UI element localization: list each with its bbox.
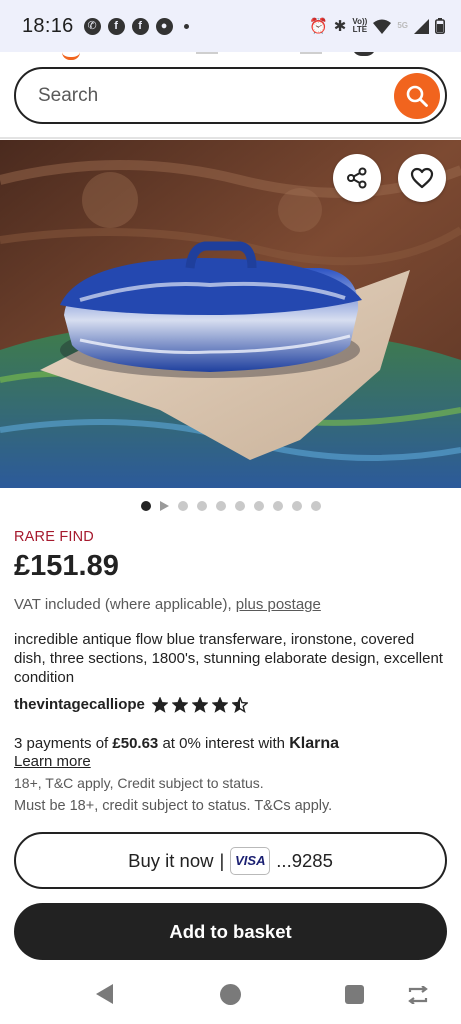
card-last-digits: ...9285	[276, 849, 333, 871]
listing-photo	[0, 140, 461, 488]
home-icon[interactable]	[220, 984, 241, 1005]
klarna-disclaimer: 18+, T&C apply, Credit subject to status…	[14, 775, 264, 791]
network-type: 5G	[397, 21, 408, 30]
divider	[0, 137, 461, 139]
search-icon	[406, 85, 428, 107]
carousel-dot	[234, 501, 245, 511]
add-to-basket-button[interactable]: Add to basket	[14, 903, 447, 960]
star-full-icon	[211, 696, 228, 713]
star-full-icon	[191, 696, 208, 713]
favorite-button[interactable]	[398, 154, 446, 202]
listing-image-carousel[interactable]	[0, 140, 461, 488]
klarna-logo: Klarna	[289, 735, 339, 752]
share-button[interactable]	[333, 154, 381, 202]
battery-icon	[435, 18, 445, 34]
shop-name[interactable]: thevintagecalliope	[14, 696, 145, 713]
share-icon	[347, 167, 367, 189]
carousel-indicator	[0, 498, 461, 514]
carousel-dot	[291, 501, 302, 511]
status-time: 18:16	[22, 14, 74, 37]
whatsapp-icon: ✆	[83, 17, 101, 35]
carousel-dot	[272, 501, 283, 511]
buy-it-now-button[interactable]: Buy it now | VISA ...9285	[14, 832, 447, 889]
facebook-icon: f	[107, 17, 125, 35]
notification-icons: ✆ f f ●	[83, 17, 189, 35]
volte-icon: Vo)) LTE	[352, 17, 368, 34]
carousel-dot	[196, 501, 207, 511]
header-fragment	[0, 52, 461, 62]
buy-it-now-label: Buy it now	[128, 849, 214, 871]
status-bar: 18:16 ✆ f f ● ⏰ ✱ Vo)) LTE 5G	[0, 0, 461, 52]
learn-more-link[interactable]: Learn more	[14, 753, 91, 770]
back-icon[interactable]	[96, 984, 113, 1004]
rare-find-badge: RARE FIND	[14, 529, 94, 545]
wifi-icon	[373, 19, 392, 34]
facebook-icon: f	[131, 17, 149, 35]
star-full-icon	[171, 696, 188, 713]
klarna-offer: 3 payments of £50.63 at 0% interest with…	[14, 735, 339, 752]
star-full-icon	[151, 696, 168, 713]
navigation-bar	[0, 968, 461, 1024]
heart-icon	[410, 167, 434, 189]
signal-icon	[414, 18, 429, 34]
postage-link[interactable]: plus postage	[236, 596, 321, 613]
search-button[interactable]	[394, 73, 440, 119]
credit-disclaimer: Must be 18+, credit subject to status. T…	[14, 798, 333, 814]
installment-amount: £50.63	[112, 735, 159, 752]
price: £151.89	[14, 550, 119, 582]
carousel-dot	[140, 501, 151, 511]
star-rating	[151, 696, 248, 713]
search-bar	[14, 67, 447, 124]
system-icons: ⏰ ✱ Vo)) LTE 5G	[309, 17, 445, 35]
vat-info: VAT included (where applicable), plus po…	[14, 596, 321, 613]
star-half-icon	[231, 696, 248, 713]
recents-icon[interactable]	[345, 985, 364, 1004]
carousel-dot	[310, 501, 321, 511]
listing-title: incredible antique flow blue transferwar…	[14, 631, 443, 686]
search-input[interactable]	[38, 84, 378, 107]
rotate-icon[interactable]	[407, 986, 429, 1004]
carousel-dot	[215, 501, 226, 511]
visa-card-icon: VISA	[230, 846, 271, 875]
more-notifications-icon	[183, 23, 189, 29]
vat-text: VAT included (where applicable),	[14, 596, 236, 613]
etsy-logo-fragment	[62, 52, 80, 60]
separator: |	[219, 849, 225, 871]
carousel-dot	[177, 501, 188, 511]
shop-row[interactable]: thevintagecalliope	[14, 696, 248, 713]
bluetooth-icon: ✱	[333, 18, 347, 35]
chat-icon: ●	[155, 17, 173, 35]
carousel-dot	[253, 501, 264, 511]
video-indicator-icon	[159, 501, 169, 511]
alarm-icon: ⏰	[309, 18, 328, 35]
